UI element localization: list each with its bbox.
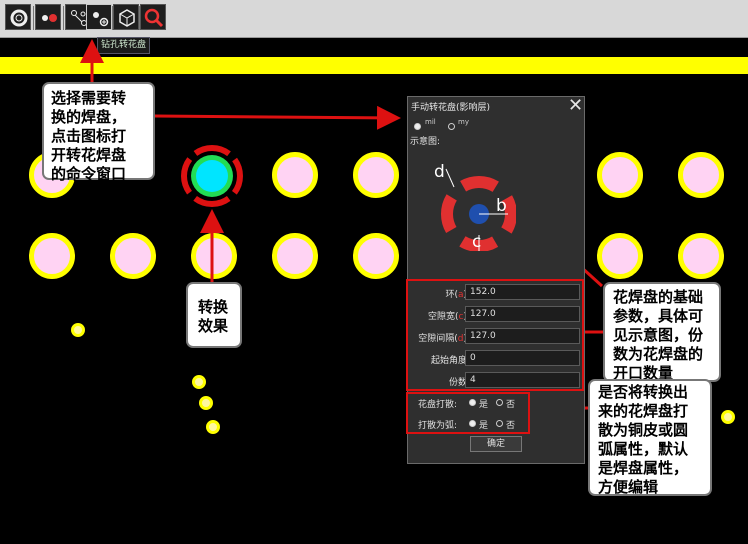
callout-line: 来的花焊盘打	[598, 402, 689, 420]
via[interactable]	[199, 396, 213, 410]
callout-line: 参数，具体可	[613, 307, 704, 325]
dialog-title: 手动转花盘(影响层)	[411, 103, 491, 113]
pad[interactable]	[29, 233, 75, 279]
callout-line: 效果	[198, 317, 229, 335]
callout-line: 弧属性，默认	[598, 440, 689, 458]
callout-line: 见示意图，份	[613, 326, 704, 344]
callout-line: 花焊盘的基础	[613, 288, 704, 306]
callout-line: 换的焊盘，	[51, 108, 127, 126]
pad[interactable]	[597, 152, 643, 198]
params-highlight-box	[406, 279, 584, 391]
callout-scatter: 是否将转换出 来的花焊盘打 散为铜皮或圆 弧属性，默认 是焊盘属性， 方便编辑	[588, 379, 712, 496]
toolbar-button-drill-to-thermal[interactable]	[86, 4, 112, 30]
copper-trace-band	[0, 57, 748, 74]
toolbar-button-lifebuoy[interactable]	[5, 4, 31, 30]
pad[interactable]	[110, 233, 156, 279]
diagram-label-c: c	[472, 232, 481, 251]
callout-effect: 转换 效果	[186, 282, 242, 348]
lifebuoy-icon	[10, 9, 28, 27]
pad[interactable]	[272, 152, 318, 198]
via[interactable]	[206, 420, 220, 434]
converted-thermal-pad	[181, 145, 243, 207]
callout-line: 散为铜皮或圆	[598, 421, 689, 439]
diagram-label-d: d	[434, 162, 445, 182]
callout-line: 数为花焊盘的	[613, 345, 704, 363]
package-cube-icon	[119, 9, 135, 27]
callout-params: 花焊盘的基础 参数，具体可 见示意图，份 数为花焊盘的 开口数量	[603, 282, 721, 382]
callout-line: 的命令窗口	[51, 165, 127, 183]
record-dots-icon	[42, 14, 57, 22]
toolbar-separator	[33, 6, 34, 30]
toolbar-separator	[63, 6, 64, 30]
callout-line: 选择需要转	[51, 89, 127, 107]
scatter-highlight-box	[406, 392, 530, 434]
thermal-pad-dialog: 手动转花盘(影响层) ✕ mil my 示意图: d b c 环(a) 152.…	[406, 96, 585, 464]
via[interactable]	[192, 375, 206, 389]
callout-line: 是焊盘属性，	[598, 459, 689, 477]
pad[interactable]	[678, 233, 724, 279]
unit-label-my: my	[458, 118, 469, 126]
magnifier-icon	[144, 8, 164, 28]
diagram-label-b: b	[496, 196, 507, 216]
toolbar	[0, 0, 748, 38]
pad[interactable]	[272, 233, 318, 279]
ok-button[interactable]: 确定	[470, 436, 522, 452]
toolbar-button-search[interactable]	[140, 4, 166, 30]
unit-label-mil: mil	[425, 118, 436, 126]
pad[interactable]	[678, 152, 724, 198]
via[interactable]	[721, 410, 735, 424]
callout-line: 开转花焊盘	[51, 146, 127, 164]
via[interactable]	[71, 323, 85, 337]
pad[interactable]	[353, 233, 399, 279]
callout-line: 是否将转换出	[598, 383, 689, 401]
toolbar-tooltip: 钻孔转花盘	[97, 37, 151, 54]
preview-label: 示意图:	[410, 137, 441, 147]
unit-radio-my[interactable]	[448, 123, 455, 130]
close-icon[interactable]: ✕	[568, 97, 583, 115]
unit-radio-mil[interactable]	[414, 123, 421, 130]
pad[interactable]	[191, 233, 237, 279]
callout-select-pad: 选择需要转 换的焊盘， 点击图标打 开转花焊盘 的命令窗口	[42, 82, 155, 183]
toolbar-button-package[interactable]	[113, 4, 139, 30]
thermal-diagram: d b c	[434, 162, 516, 251]
drill-thermal-icon	[93, 12, 109, 27]
pad[interactable]	[353, 152, 399, 198]
dimension-line-d	[445, 168, 455, 188]
callout-line: 转换	[198, 298, 229, 316]
pad[interactable]	[597, 233, 643, 279]
callout-line: 点击图标打	[51, 127, 127, 145]
callout-line: 方便编辑	[598, 478, 659, 496]
toolbar-button-record[interactable]	[35, 4, 61, 30]
